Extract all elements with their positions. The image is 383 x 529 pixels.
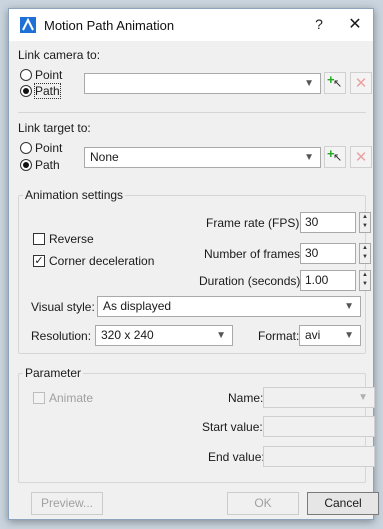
target-point-radio[interactable]: Point	[20, 141, 62, 155]
cancel-button[interactable]: Cancel	[307, 492, 379, 515]
end-value-label: End value:	[208, 450, 265, 464]
reverse-label: Reverse	[49, 232, 94, 246]
name-label: Name:	[228, 391, 264, 405]
radio-dot	[20, 69, 32, 81]
chevron-down-icon: ▼	[304, 152, 314, 163]
radio-dot-selected	[20, 159, 32, 171]
resolution-combo[interactable]: 320 x 240 ▼	[95, 325, 233, 346]
frames-field[interactable]: 30	[300, 243, 356, 264]
radio-dot-selected	[20, 85, 32, 97]
title-bar: Motion Path Animation ? ✕	[9, 9, 373, 41]
preview-button[interactable]: Preview...	[31, 492, 103, 515]
fps-spinner[interactable]: ▲ ▼	[359, 212, 371, 233]
end-value-field[interactable]	[263, 446, 375, 467]
format-combo[interactable]: avi ▼	[299, 325, 361, 346]
start-value-label: Start value:	[202, 420, 263, 434]
visual-style-label: Visual style:	[31, 300, 95, 314]
camera-point-radio[interactable]: Point	[20, 68, 62, 82]
visual-style-combo[interactable]: As displayed ▼	[97, 296, 361, 317]
fps-label: Frame rate (FPS):	[206, 216, 303, 230]
target-point-label: Point	[35, 141, 63, 155]
name-combo[interactable]: ▼	[263, 387, 375, 408]
camera-point-label: Point	[35, 68, 63, 82]
separator	[18, 112, 366, 113]
close-button[interactable]: ✕	[344, 14, 366, 36]
corner-label: Corner deceleration	[49, 254, 155, 268]
camera-path-radio[interactable]: Path	[20, 83, 61, 99]
corner-deceleration-checkbox[interactable]: ✓ Corner deceleration	[33, 254, 154, 268]
chevron-down-icon: ▼	[344, 330, 354, 341]
reverse-checkbox[interactable]: Reverse	[33, 232, 94, 246]
ok-button[interactable]: OK	[227, 492, 299, 515]
target-delete-button[interactable]: ✕	[350, 146, 372, 168]
format-label: Format:	[258, 329, 300, 343]
chevron-down-icon: ▼	[358, 392, 368, 403]
delete-icon: ✕	[354, 75, 368, 92]
pick-point-icon: + ↖	[327, 72, 343, 90]
window-title: Motion Path Animation	[44, 18, 175, 33]
target-path-label: Path	[35, 158, 60, 172]
chevron-down-icon: ▼	[344, 301, 354, 312]
checkbox-box	[33, 233, 45, 245]
format-value: avi	[305, 328, 321, 342]
app-icon	[20, 17, 36, 33]
parameter-group-title: Parameter	[23, 366, 84, 380]
target-path-combo[interactable]: None ▼	[84, 147, 321, 168]
chevron-down-icon: ▼	[304, 78, 314, 89]
resolution-label: Resolution:	[31, 329, 92, 343]
camera-path-combo[interactable]: ▼	[84, 73, 321, 94]
chevron-down-icon: ▼	[216, 330, 226, 341]
fps-field[interactable]: 30	[300, 212, 356, 233]
radio-dot	[20, 142, 32, 154]
camera-path-label: Path	[34, 83, 61, 99]
duration-spinner[interactable]: ▲ ▼	[359, 270, 371, 291]
checkmark-icon: ✓	[33, 255, 45, 267]
target-path-radio[interactable]: Path	[20, 158, 60, 172]
start-value-field[interactable]	[263, 416, 375, 437]
duration-label: Duration (seconds):	[199, 274, 304, 288]
target-combo-value: None	[90, 150, 119, 164]
camera-group-title: Link camera to:	[18, 48, 101, 62]
frames-label: Number of frames:	[204, 247, 304, 261]
frames-spinner[interactable]: ▲ ▼	[359, 243, 371, 264]
animation-group-title: Animation settings	[23, 188, 126, 202]
animate-checkbox[interactable]: Animate	[33, 391, 93, 405]
camera-delete-button[interactable]: ✕	[350, 72, 372, 94]
delete-icon: ✕	[354, 149, 368, 166]
camera-pick-button[interactable]: + ↖	[324, 72, 346, 94]
resolution-value: 320 x 240	[101, 328, 154, 342]
motion-path-dialog: Motion Path Animation ? ✕ Link camera to…	[8, 8, 379, 520]
pick-point-icon: + ↖	[327, 146, 343, 164]
visual-style-value: As displayed	[103, 299, 172, 313]
help-button[interactable]: ?	[309, 16, 329, 34]
duration-field[interactable]: 1.00	[300, 270, 356, 291]
target-group-title: Link target to:	[18, 121, 91, 135]
checkbox-box	[33, 392, 45, 404]
target-pick-button[interactable]: + ↖	[324, 146, 346, 168]
animate-label: Animate	[49, 391, 94, 405]
